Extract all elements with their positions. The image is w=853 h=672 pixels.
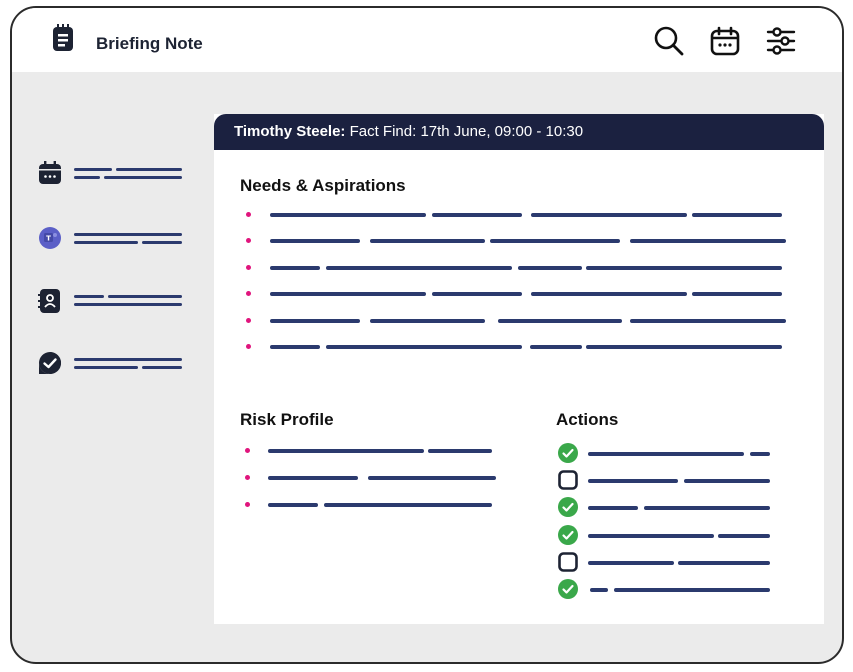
placeholder-line xyxy=(630,318,786,323)
bullet-dot xyxy=(246,264,251,270)
placeholder-line xyxy=(586,265,782,270)
bullet-dot xyxy=(246,291,251,297)
bullet-dot xyxy=(246,212,251,217)
placeholder-line xyxy=(268,449,424,453)
placeholder-line xyxy=(498,318,622,323)
placeholder-line xyxy=(490,239,620,244)
sidebar-item-contacts[interactable] xyxy=(38,288,188,314)
placeholder-line xyxy=(692,292,782,297)
checked-circle-icon[interactable] xyxy=(558,497,578,518)
sidebar-item-calendar[interactable] xyxy=(38,161,188,187)
placeholder-line xyxy=(326,345,522,349)
bullet-dot xyxy=(245,448,250,453)
actions-title: Actions xyxy=(556,410,619,429)
placeholder-line xyxy=(270,265,320,270)
unchecked-box-icon[interactable] xyxy=(558,470,578,490)
calendar-icon[interactable] xyxy=(710,26,740,61)
bullet-dot xyxy=(246,317,251,323)
placeholder-line xyxy=(614,588,770,592)
sidebar-item-teams[interactable]: T xyxy=(38,226,188,252)
placeholder-line xyxy=(678,560,770,565)
notepad-icon xyxy=(52,24,74,57)
bullet-dot xyxy=(245,475,250,480)
checked-circle-icon[interactable] xyxy=(558,579,578,599)
placeholder-line xyxy=(324,503,492,507)
placeholder-line xyxy=(270,318,360,323)
app-window: Briefing Note T Timothy Steele: Fact Fin… xyxy=(10,6,844,664)
placeholder-line xyxy=(588,560,674,565)
check-circle-icon xyxy=(38,351,62,380)
needs-title: Needs & Aspirations xyxy=(240,176,406,195)
teams-icon: T xyxy=(38,226,62,255)
meeting-header: Timothy Steele: Fact Find: 17th June, 09… xyxy=(214,114,824,150)
contact-book-icon xyxy=(38,288,62,319)
bullet-dot xyxy=(246,238,251,244)
top-bar: Briefing Note xyxy=(12,8,842,72)
checked-circle-icon[interactable] xyxy=(558,524,578,545)
placeholder-line xyxy=(630,239,786,244)
placeholder-line xyxy=(590,588,608,592)
unchecked-box-icon[interactable] xyxy=(558,551,578,572)
placeholder-line xyxy=(268,503,318,507)
placeholder-line xyxy=(428,449,492,453)
placeholder-line xyxy=(370,239,485,244)
placeholder-line xyxy=(268,476,358,480)
placeholder-line xyxy=(432,292,522,297)
placeholder-line xyxy=(531,292,687,297)
placeholder-line xyxy=(270,345,320,349)
sidebar-item-tasks[interactable] xyxy=(38,351,188,377)
briefing-card: Timothy Steele: Fact Find: 17th June, 09… xyxy=(214,114,824,624)
placeholder-line xyxy=(531,213,687,217)
placeholder-line xyxy=(530,345,582,349)
placeholder-line xyxy=(370,318,485,323)
app-title: Briefing Note xyxy=(96,34,203,53)
placeholder-line xyxy=(644,506,770,511)
placeholder-line xyxy=(588,533,714,538)
placeholder-line xyxy=(270,239,360,244)
client-name: Timothy Steele: xyxy=(234,123,346,140)
placeholder-line xyxy=(588,479,678,484)
placeholder-line xyxy=(750,452,770,456)
calendar-icon xyxy=(38,161,62,190)
settings-sliders-icon[interactable] xyxy=(766,26,796,61)
placeholder-line xyxy=(432,213,522,217)
bullet-dot xyxy=(246,344,251,349)
placeholder-line xyxy=(692,213,782,217)
svg-text:T: T xyxy=(46,235,51,243)
risk-title: Risk Profile xyxy=(240,410,334,429)
placeholder-line xyxy=(368,476,496,480)
bullet-dot xyxy=(245,502,250,507)
placeholder-line xyxy=(718,533,770,538)
placeholder-line xyxy=(588,506,638,511)
placeholder-line xyxy=(270,213,426,217)
placeholder-line xyxy=(518,265,582,270)
placeholder-line xyxy=(326,265,512,270)
placeholder-line xyxy=(684,479,770,484)
placeholder-line xyxy=(588,452,744,456)
search-icon[interactable] xyxy=(654,26,684,61)
meeting-info: Fact Find: 17th June, 09:00 - 10:30 xyxy=(345,123,584,140)
checked-circle-icon[interactable] xyxy=(558,443,578,463)
placeholder-line xyxy=(270,292,426,297)
placeholder-line xyxy=(586,345,782,349)
